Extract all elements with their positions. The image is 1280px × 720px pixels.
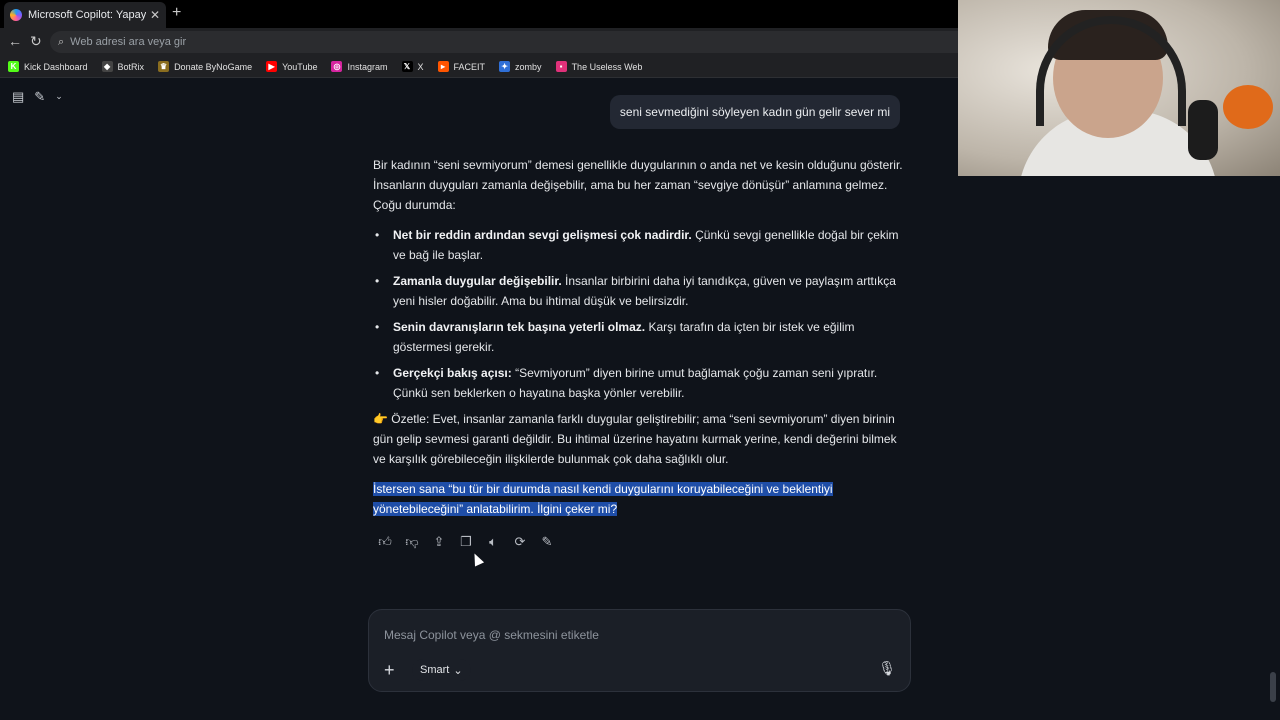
user-message-text: seni sevmediğini söyleyen kadın gün geli… — [619, 105, 891, 119]
x-icon: 𝕏 — [401, 61, 413, 72]
bookmark-youtube[interactable]: ▶ YouTube — [266, 61, 317, 72]
mode-selector[interactable]: Smart ⌄ — [412, 659, 471, 681]
composer-placeholder: Mesaj Copilot veya @ sekmesini etiketle — [384, 628, 599, 642]
bookmark-uselessweb[interactable]: ▪ The Useless Web — [555, 61, 643, 72]
bookmark-label: The Useless Web — [571, 61, 643, 72]
top-left-controls: ▤ ✎ ⌄ — [12, 89, 63, 105]
search-icon: ⌕ — [58, 35, 65, 48]
tab-title: Microsoft Copilot: Yapay zeka eşli — [28, 9, 146, 21]
mouse-cursor-icon — [469, 551, 485, 567]
response-bullet: Senin davranışların tek başına yeterli o… — [373, 317, 903, 357]
message-composer[interactable]: Mesaj Copilot veya @ sekmesini etiketle … — [368, 609, 911, 692]
bookmark-kick[interactable]: K Kick Dashboard — [8, 61, 88, 72]
selected-followup-text: İstersen sana “bu tür bir durumda nasıl … — [373, 482, 833, 516]
response-intro: Bir kadının “seni sevmiyorum” demesi gen… — [373, 158, 903, 212]
bullet-heading: Senin davranışların tek başına yeterli o… — [393, 320, 646, 334]
response-bullet: Net bir reddin ardından sevgi gelişmesi … — [373, 225, 903, 265]
webcam-microphone — [1188, 100, 1218, 160]
new-chat-icon[interactable]: ✎ — [34, 89, 45, 105]
botrix-icon: ◆ — [101, 61, 113, 72]
copy-icon[interactable]: ❐ — [459, 534, 473, 550]
chevron-down-icon: ⌄ — [453, 664, 463, 677]
back-arrow-icon[interactable]: ← — [8, 33, 22, 49]
response-bullet-list: Net bir reddin ardından sevgi gelişmesi … — [373, 225, 903, 403]
thumbs-down-icon[interactable]: 👎︎ — [405, 534, 419, 550]
close-icon[interactable]: ✕ — [150, 8, 160, 22]
thumbs-up-icon[interactable]: 👍︎ — [378, 534, 392, 550]
sidebar-toggle-icon[interactable]: ▤ — [12, 89, 24, 105]
bynogame-icon: ♛ — [158, 61, 170, 72]
address-placeholder: Web adresi ara veya gir — [70, 36, 187, 48]
bookmark-label: FACEIT — [453, 61, 486, 72]
response-bullet: Gerçekçi bakış açısı: “Sevmiyorum” diyen… — [373, 363, 903, 403]
address-bar[interactable]: ⌕ Web adresi ara veya gir — [50, 31, 970, 53]
faceit-icon: ▸ — [437, 61, 449, 72]
scrollbar[interactable] — [1270, 672, 1276, 702]
tab-copilot[interactable]: Microsoft Copilot: Yapay zeka eşli ✕ — [4, 2, 166, 28]
uselessweb-icon: ▪ — [555, 61, 567, 72]
bookmark-x[interactable]: 𝕏X — [401, 61, 424, 72]
share-icon[interactable]: ⇪ — [432, 534, 446, 550]
microphone-icon[interactable]: 🎙︎ — [878, 660, 896, 677]
response-summary: 👉 Özetle: Evet, insanlar zamanla farklı … — [373, 412, 897, 466]
bookmark-instagram[interactable]: ◎ Instagram — [331, 61, 388, 72]
bullet-heading: Gerçekçi bakış açısı: — [393, 366, 512, 380]
bullet-heading: Zamanla duygular değişebilir. — [393, 274, 562, 288]
message-actions: 👍︎ 👎︎ ⇪ ❐ 🔈︎ ⟳ ✎ — [378, 534, 554, 550]
response-bullet: Zamanla duygular değişebilir. İnsanlar b… — [373, 271, 903, 311]
speaker-icon[interactable]: 🔈︎ — [486, 534, 500, 550]
bookmark-bynogame[interactable]: ♛ Donate ByNoGame — [158, 61, 252, 72]
bookmark-label: zomby — [515, 61, 542, 72]
instagram-icon: ◎ — [331, 61, 343, 72]
bookmark-botrix[interactable]: ◆ BotRix — [101, 61, 145, 72]
bookmark-label: X — [417, 61, 424, 72]
webcam-overlay — [958, 0, 1280, 176]
regenerate-icon[interactable]: ⟳ — [513, 534, 527, 550]
youtube-icon: ▶ — [266, 61, 278, 72]
bookmark-faceit[interactable]: ▸ FACEIT — [437, 61, 486, 72]
mode-label: Smart — [420, 664, 450, 676]
zomby-icon: ✦ — [499, 61, 511, 72]
bookmark-label: Instagram — [347, 61, 388, 72]
bookmark-zomby[interactable]: ✦ zomby — [499, 61, 542, 72]
add-attachment-icon[interactable]: + — [384, 660, 395, 681]
edit-icon[interactable]: ✎ — [540, 534, 554, 550]
new-tab-button[interactable]: + — [172, 4, 181, 22]
copilot-icon — [10, 9, 22, 21]
assistant-response: Bir kadının “seni sevmiyorum” demesi gen… — [373, 155, 903, 529]
user-message-bubble: seni sevmediğini söyleyen kadın gün geli… — [610, 95, 900, 129]
bookmark-label: Kick Dashboard — [24, 61, 88, 72]
kick-icon: K — [8, 61, 19, 72]
bookmark-label: BotRix — [117, 61, 145, 72]
chevron-down-icon[interactable]: ⌄ — [55, 89, 63, 105]
bullet-heading: Net bir reddin ardından sevgi gelişmesi … — [393, 228, 692, 242]
bookmark-label: Donate ByNoGame — [174, 61, 253, 72]
bookmark-label: YouTube — [282, 61, 318, 72]
reload-icon[interactable]: ↻ — [30, 33, 42, 50]
webcam-pumpkin-decoration — [1223, 85, 1273, 129]
